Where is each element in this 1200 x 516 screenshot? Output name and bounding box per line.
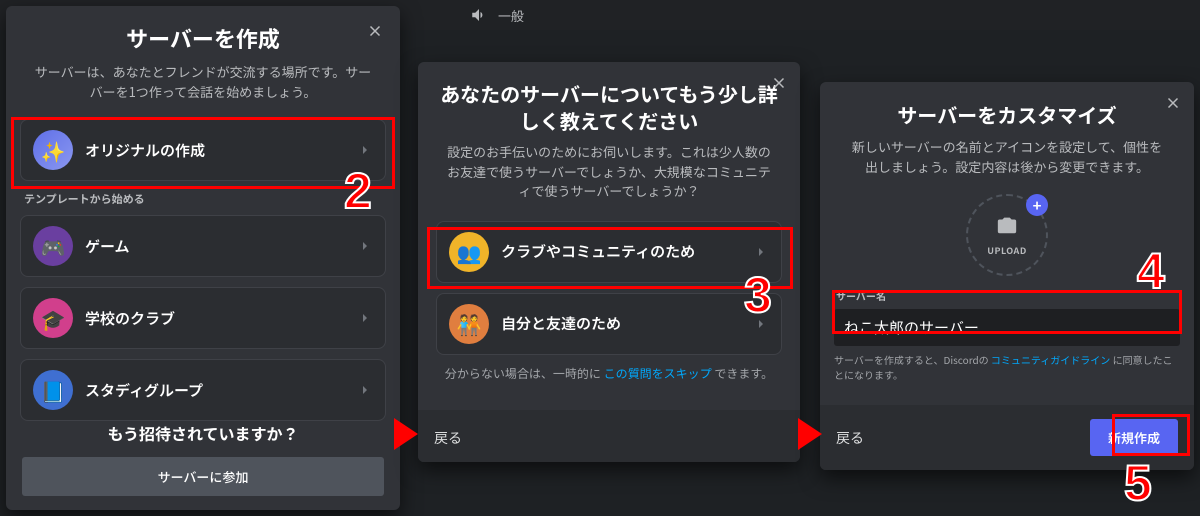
option-label: クラブやコミュニティのため (501, 241, 695, 262)
upload-icon-button[interactable]: + UPLOAD (966, 194, 1048, 276)
skip-post-text: できます。 (714, 365, 773, 382)
option-label: スタディグループ (85, 380, 203, 401)
create-original-option[interactable]: ✨ オリジナルの作成 (20, 119, 386, 181)
plus-icon: + (1026, 194, 1048, 216)
close-icon[interactable] (1162, 92, 1184, 114)
friends-icon: 🧑‍🤝‍🧑 (457, 309, 482, 338)
back-button[interactable]: 戻る (836, 428, 864, 448)
close-icon[interactable] (364, 20, 386, 42)
arrow-icon (798, 418, 822, 450)
server-name-label: サーバー名 (836, 288, 1180, 303)
for-friends-option[interactable]: 🧑‍🤝‍🧑 自分と友達のため (436, 293, 782, 355)
close-icon[interactable] (768, 72, 790, 94)
skip-pre-text: 分からない場合は、一時的に (445, 365, 601, 382)
templates-section-label: テンプレートから始める (24, 191, 390, 207)
server-name-input[interactable] (834, 309, 1180, 346)
modal-title: あなたのサーバーについてもう少し詳しく教えてください (432, 80, 786, 134)
community-guidelines-link[interactable]: コミュニティガイドライン (991, 352, 1110, 367)
invited-question: もう招待されていますか？ (22, 421, 384, 445)
option-label: 学校のクラブ (85, 308, 175, 329)
modal-footer: もう招待されていますか？ サーバーに参加 (6, 409, 400, 510)
chevron-right-icon (357, 142, 373, 158)
create-button[interactable]: 新規作成 (1090, 419, 1178, 456)
sparkle-icon: ✨ (41, 136, 66, 165)
guideline-pre: サーバーを作成すると、Discordの (834, 352, 989, 367)
game-icon: 🎮 (41, 232, 66, 261)
customize-server-modal: サーバーをカスタマイズ 新しいサーバーの名前とアイコンを設定して、個性を出しまし… (820, 82, 1194, 470)
join-server-button[interactable]: サーバーに参加 (22, 457, 384, 496)
modal-footer: 戻る 新規作成 (820, 405, 1194, 470)
create-server-modal: サーバーを作成 サーバーは、あなたとフレンドが交流する場所です。サーバーを1つ作… (6, 6, 400, 510)
modal-desc: サーバーは、あなたとフレンドが交流する場所です。サーバーを1つ作って会話を始めま… (16, 62, 390, 101)
school-icon: 🎓 (41, 304, 66, 333)
chevron-right-icon (357, 238, 373, 254)
chevron-right-icon (753, 316, 769, 332)
modal-desc: 新しいサーバーの名前とアイコンを設定して、個性を出しましょう。設定内容は後から変… (834, 137, 1180, 176)
skip-line: 分からない場合は、一時的に この質問をスキップ できます。 (432, 365, 786, 382)
modal-title: サーバーをカスタマイズ (834, 100, 1180, 129)
template-game-option[interactable]: 🎮 ゲーム (20, 215, 386, 277)
modal-desc: 設定のお手伝いのためにお伺いします。これは少人数のお友達で使うサーバーでしょうか… (432, 142, 786, 201)
back-button[interactable]: 戻る (434, 428, 462, 448)
chevron-right-icon (357, 382, 373, 398)
option-label: ゲーム (85, 236, 130, 257)
community-icon: 👥 (457, 237, 482, 266)
chevron-right-icon (753, 244, 769, 260)
for-club-community-option[interactable]: 👥 クラブやコミュニティのため (436, 221, 782, 283)
channel-name: 一般 (498, 6, 524, 25)
server-purpose-modal: あなたのサーバーについてもう少し詳しく教えてください 設定のお手伝いのためにお伺… (418, 62, 800, 462)
study-icon: 📘 (41, 376, 66, 405)
speaker-icon (470, 6, 488, 24)
camera-icon (996, 213, 1018, 242)
chevron-right-icon (357, 310, 373, 326)
modal-title: サーバーを作成 (16, 22, 390, 54)
option-label: オリジナルの作成 (85, 140, 205, 161)
modal-footer: 戻る (418, 410, 800, 462)
upload-label: UPLOAD (987, 244, 1027, 257)
template-school-option[interactable]: 🎓 学校のクラブ (20, 287, 386, 349)
guideline-text: サーバーを作成すると、Discordの コミュニティガイドライン に同意したこと… (834, 352, 1180, 382)
skip-link[interactable]: この質問をスキップ (604, 365, 712, 382)
option-label: 自分と友達のため (501, 313, 621, 334)
